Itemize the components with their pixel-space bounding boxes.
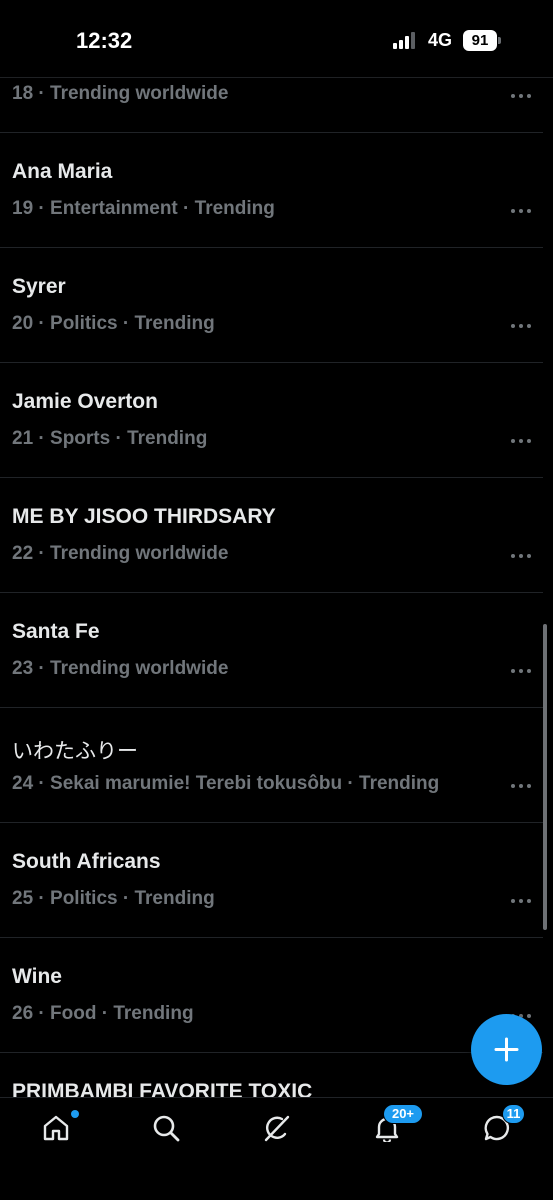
more-options-icon[interactable] xyxy=(511,784,531,788)
trend-meta: 24 · Sekai marumie! Terebi tokusôbu · Tr… xyxy=(12,773,440,794)
signal-icon xyxy=(393,32,419,49)
trend-title: South Africans xyxy=(12,850,161,873)
battery-icon: 91 xyxy=(463,30,497,51)
trend-item[interactable]: Jamie Overton 21 · Sports · Trending xyxy=(0,363,543,478)
trend-item[interactable]: いわたふりー 24 · Sekai marumie! Terebi tokusô… xyxy=(0,708,543,823)
more-options-icon[interactable] xyxy=(511,209,531,213)
trend-title: Jamie Overton xyxy=(12,390,158,413)
bottom-tab-bar: 20+ 11 xyxy=(0,1097,553,1200)
more-options-icon[interactable] xyxy=(511,439,531,443)
trend-meta: 19 · Entertainment · Trending xyxy=(12,198,275,219)
tab-search[interactable] xyxy=(136,1110,196,1150)
trend-item[interactable]: Ana Maria 19 · Entertainment · Trending xyxy=(0,133,543,248)
trend-meta: 22 · Trending worldwide xyxy=(12,543,229,564)
trend-meta: 20 · Politics · Trending xyxy=(12,313,215,334)
messages-badge: 11 xyxy=(502,1104,525,1124)
more-options-icon[interactable] xyxy=(511,899,531,903)
trend-title: ME BY JISOO THIRDSARY xyxy=(12,505,276,528)
trend-item[interactable]: Syrer 20 · Politics · Trending xyxy=(0,248,543,363)
trends-list: 18 · Trending worldwide Ana Maria 19 · E… xyxy=(0,0,553,1097)
trend-item[interactable]: PRIMBAMBI FAVORITE TOXIC xyxy=(0,1053,543,1097)
status-bar: 12:32 4G 91 xyxy=(0,0,553,78)
trend-title: Ana Maria xyxy=(12,160,113,183)
plus-icon xyxy=(494,1037,519,1062)
trend-item[interactable]: Wine 26 · Food · Trending xyxy=(0,938,543,1053)
more-options-icon[interactable] xyxy=(511,94,531,98)
search-icon xyxy=(153,1115,180,1142)
more-options-icon[interactable] xyxy=(511,669,531,673)
trend-title: いわたふりー xyxy=(12,740,138,763)
trend-title: Wine xyxy=(12,965,62,988)
tab-notifications[interactable]: 20+ xyxy=(357,1104,423,1150)
trend-meta: 25 · Politics · Trending xyxy=(12,888,215,909)
trend-title: Syrer xyxy=(12,275,66,298)
grok-icon xyxy=(264,1115,290,1142)
trend-meta: 21 · Sports · Trending xyxy=(12,428,208,449)
tab-messages[interactable]: 11 xyxy=(467,1104,527,1150)
network-type: 4G xyxy=(428,30,453,50)
battery-tip xyxy=(498,37,501,44)
tab-grok[interactable] xyxy=(246,1110,306,1150)
home-icon xyxy=(43,1115,69,1141)
status-time: 12:32 xyxy=(76,28,133,53)
trend-meta: 18 · Trending worldwide xyxy=(12,83,229,104)
more-options-icon[interactable] xyxy=(511,554,531,558)
trend-title: PRIMBAMBI FAVORITE TOXIC xyxy=(12,1080,313,1097)
tab-home[interactable] xyxy=(26,1110,86,1150)
trend-meta: 26 · Food · Trending xyxy=(12,1003,194,1024)
trend-meta: 23 · Trending worldwide xyxy=(12,658,229,679)
more-options-icon[interactable] xyxy=(511,324,531,328)
compose-button[interactable] xyxy=(471,1014,542,1085)
home-unread-dot xyxy=(71,1110,79,1118)
notifications-badge: 20+ xyxy=(383,1104,423,1124)
trend-title: Santa Fe xyxy=(12,620,100,643)
scrollbar[interactable] xyxy=(543,624,547,930)
trend-item[interactable]: South Africans 25 · Politics · Trending xyxy=(0,823,543,938)
trend-item[interactable]: ME BY JISOO THIRDSARY 22 · Trending worl… xyxy=(0,478,543,593)
trend-item[interactable]: Santa Fe 23 · Trending worldwide xyxy=(0,593,543,708)
